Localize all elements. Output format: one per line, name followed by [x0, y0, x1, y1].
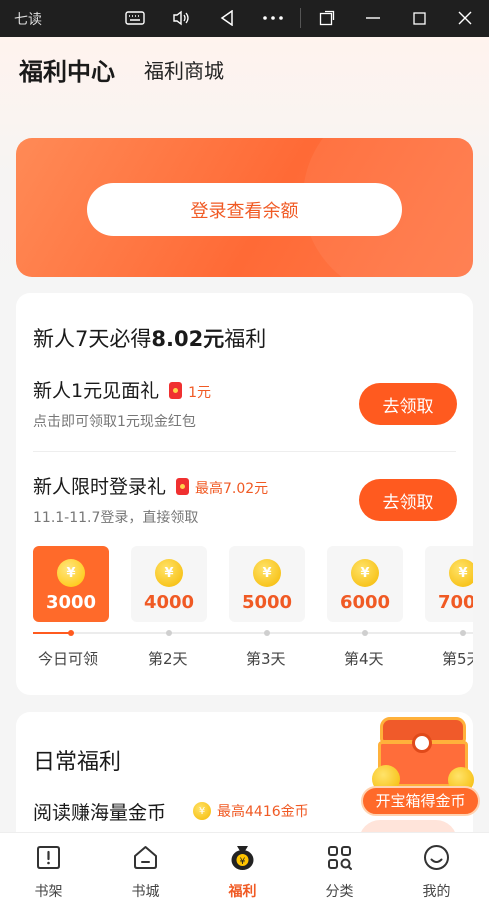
coin-icon: ¥: [253, 559, 281, 587]
coin-icon: ¥: [193, 802, 211, 820]
profile-icon: [424, 845, 449, 870]
login-view-balance-button[interactable]: 登录查看余额: [87, 183, 402, 236]
read-max-reward: 最高4416金币: [217, 804, 309, 820]
svg-text:¥: ¥: [240, 857, 246, 867]
bookshelf-icon: [37, 846, 60, 869]
newbie-welfare-card: 新人7天必得8.02元福利 新人1元见面礼 1元 点击即可领取1元现金红包 去领取…: [16, 293, 473, 695]
read-earn-title: 阅读赚海量金币: [33, 802, 167, 824]
progress-dot: [68, 630, 74, 636]
more-icon[interactable]: [260, 6, 286, 30]
bookstore-icon: [134, 846, 157, 869]
day-card-4[interactable]: ¥ 6000: [327, 546, 403, 622]
day-amount: 7000: [437, 592, 473, 613]
minimize-icon[interactable]: [360, 6, 386, 30]
claim-login-gift-button[interactable]: 去领取: [359, 479, 457, 521]
row-divider: [33, 451, 456, 452]
progress-dot: [362, 630, 368, 636]
window-titlebar: 七读: [0, 0, 489, 37]
red-envelope-icon: [176, 478, 190, 495]
titlebar-separator: [300, 8, 301, 28]
coin-icon: ¥: [351, 559, 379, 587]
coin-icon: ¥: [449, 559, 473, 587]
chest-lock-icon: [412, 733, 432, 753]
login-gift-title: 新人限时登录礼 最高7.02元: [33, 476, 269, 498]
volume-icon[interactable]: [168, 6, 194, 30]
page-title: 福利中心: [19, 58, 115, 86]
balance-banner: 登录查看余额: [16, 138, 473, 277]
maximize-icon[interactable]: [406, 6, 432, 30]
page-header: 福利中心 福利商城: [19, 52, 224, 86]
bottom-nav: 书架 书城 ¥ 福利 分类 我的: [0, 832, 489, 907]
close-icon[interactable]: [452, 6, 478, 30]
day-label-2: 第2天: [148, 650, 188, 668]
snap-icon[interactable]: [314, 6, 340, 30]
day-card-3[interactable]: ¥ 5000: [229, 546, 305, 622]
progress-dot: [264, 630, 270, 636]
newbie-title: 新人7天必得8.02元福利: [33, 327, 267, 351]
progress-dot: [166, 630, 172, 636]
back-icon[interactable]: [214, 6, 240, 30]
day-amount: 6000: [339, 592, 391, 613]
day-amount: 3000: [45, 592, 97, 613]
progress-track: [33, 632, 473, 634]
newbie-gift-title: 新人1元见面礼 1元: [33, 380, 212, 402]
day-amount: 5000: [241, 592, 293, 613]
welfare-bag-icon: ¥: [231, 846, 254, 870]
day-amount: 4000: [143, 592, 195, 613]
app-title: 七读: [14, 12, 42, 28]
coin-icon: ¥: [155, 559, 183, 587]
nav-bookstore[interactable]: 书城: [97, 833, 194, 907]
red-envelope-icon: [169, 382, 183, 399]
day-label-4: 第4天: [344, 650, 384, 668]
open-chest-button[interactable]: 开宝箱得金币: [361, 786, 480, 816]
nav-category[interactable]: 分类: [291, 833, 388, 907]
category-icon: [328, 846, 352, 870]
day-label-5: 第5天: [442, 650, 473, 668]
claim-newbie-gift-button[interactable]: 去领取: [359, 383, 457, 425]
welfare-mall-link[interactable]: 福利商城: [144, 55, 224, 84]
nav-profile[interactable]: 我的: [388, 833, 485, 907]
coin-icon: ¥: [57, 559, 85, 587]
day-label-1: 今日可领: [38, 650, 99, 668]
daily-reward-strip[interactable]: ¥ 3000 ¥ 4000 ¥ 5000 ¥ 6000 ¥ 7000: [33, 546, 473, 646]
login-gift-desc: 11.1-11.7登录，直接领取: [33, 510, 199, 526]
treasure-chest-icon[interactable]: [372, 715, 474, 793]
daily-welfare-title: 日常福利: [33, 750, 122, 775]
nav-welfare[interactable]: ¥ 福利: [194, 833, 291, 907]
newbie-gift-desc: 点击即可领取1元现金红包: [33, 414, 196, 430]
keyboard-icon[interactable]: [122, 6, 148, 30]
day-card-2[interactable]: ¥ 4000: [131, 546, 207, 622]
progress-dot: [460, 630, 466, 636]
day-card-5[interactable]: ¥ 7000: [425, 546, 473, 622]
progress-fill: [33, 632, 70, 634]
nav-bookshelf[interactable]: 书架: [0, 833, 97, 907]
day-card-1[interactable]: ¥ 3000: [33, 546, 109, 622]
day-label-3: 第3天: [246, 650, 286, 668]
